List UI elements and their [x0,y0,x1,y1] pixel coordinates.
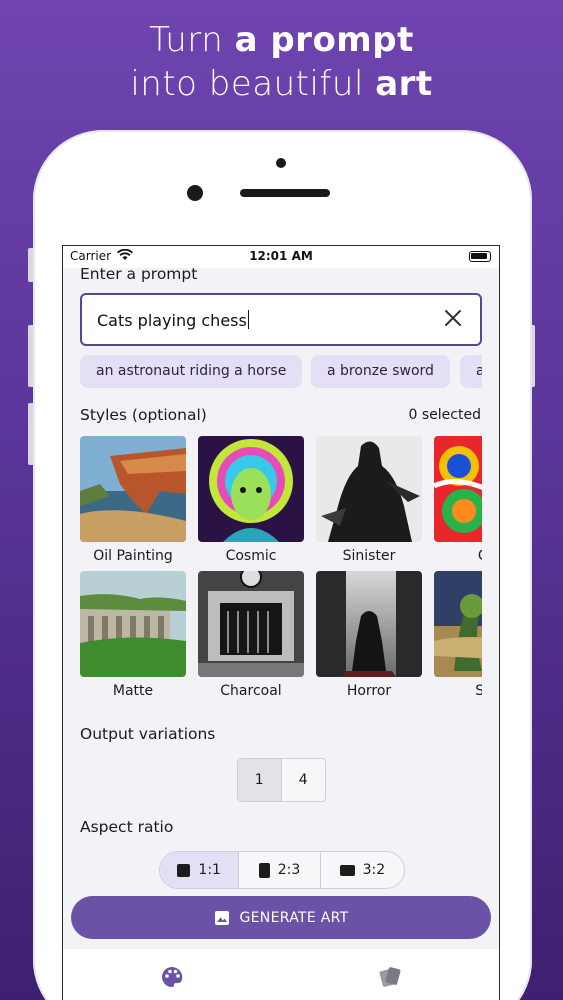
style-label: Charcoal [220,683,282,699]
headline-bold: a prompt [234,20,414,60]
style-label: Sur [434,683,482,699]
style-label: Cosmic [225,548,277,564]
phone-camera [187,185,203,201]
headline-text: into beautiful [130,64,376,104]
style-cosmic[interactable]: Cosmic [198,436,304,564]
portrait-icon [258,862,270,878]
suggestion-chip[interactable]: a bronze sword [311,355,450,388]
image-icon [214,910,229,925]
aspect-ratio-selector: 1:1 2:3 3:2 [159,851,405,889]
prompt-input[interactable]: Cats playing chess [80,293,482,346]
styles-selected-count: 0 selected [408,407,481,423]
app-screen: Carrier 12:01 AM Enter a prompt Cats pla… [62,245,500,1000]
generate-art-label: GENERATE ART [239,909,349,926]
generate-art-button[interactable]: GENERATE ART [71,896,491,939]
phone-speaker [240,189,330,197]
battery-icon [469,251,491,262]
suggestion-chip[interactable]: an astronaut riding a horse [80,355,303,388]
style-label: Ca [434,548,482,564]
style-label: Oil Painting [93,548,173,564]
variation-option-4[interactable]: 4 [282,759,326,801]
aspect-option-label: 3:2 [362,862,386,878]
headline-text: Turn [149,20,235,60]
style-thumbnail [80,436,186,542]
output-variations-selector: 1 4 [237,758,326,802]
aspect-option-1-1[interactable]: 1:1 [160,852,240,888]
style-thumbnail [316,436,422,542]
style-charcoal[interactable]: Charcoal [198,571,304,699]
suggestion-chip[interactable]: a [460,355,482,388]
aspect-ratio-title: Aspect ratio [80,818,174,836]
style-thumbnail [198,436,304,542]
style-label: Sinister [342,548,396,564]
output-variations-title: Output variations [80,725,216,743]
style-thumbnail [316,571,422,677]
clear-icon[interactable] [442,307,464,329]
variation-option-1[interactable]: 1 [238,759,282,801]
aspect-option-3-2[interactable]: 3:2 [321,852,404,888]
landscape-icon [339,864,355,876]
style-thumbnail [198,571,304,677]
style-horror[interactable]: Horror [316,571,422,699]
style-oil-painting[interactable]: Oil Painting [80,436,186,564]
prompt-title: Enter a prompt [80,265,198,283]
aspect-option-2-3[interactable]: 2:3 [239,852,321,888]
suggestion-chips: an astronaut riding a horse a bronze swo… [80,355,482,389]
marketing-headline: Turn a prompt into beautiful art [0,18,563,106]
style-sinister[interactable]: Sinister [316,436,422,564]
square-icon [177,863,191,877]
status-time: 12:01 AM [249,249,313,263]
prompt-input-value[interactable]: Cats playing chess [97,311,247,330]
style-matte[interactable]: Matte [80,571,186,699]
bottom-tab-bar [63,949,499,1000]
style-label: Horror [346,683,392,699]
styles-grid: Oil Painting Cosmic Sinister Matte Charc… [80,436,482,704]
aspect-option-label: 2:3 [277,862,301,878]
style-label: Matte [112,683,154,699]
phone-sensor [276,158,286,168]
headline-bold: art [375,64,433,104]
style-thumbnail [80,571,186,677]
palette-icon[interactable] [161,966,183,988]
style-surreal[interactable]: Sur [434,571,482,699]
styles-title: Styles (optional) [80,406,207,424]
gallery-icon[interactable] [379,965,401,989]
text-caret [247,310,250,329]
style-cartoon[interactable]: Ca [434,436,482,564]
style-thumbnail [434,436,482,542]
style-thumbnail [434,571,482,677]
aspect-option-label: 1:1 [198,862,221,878]
